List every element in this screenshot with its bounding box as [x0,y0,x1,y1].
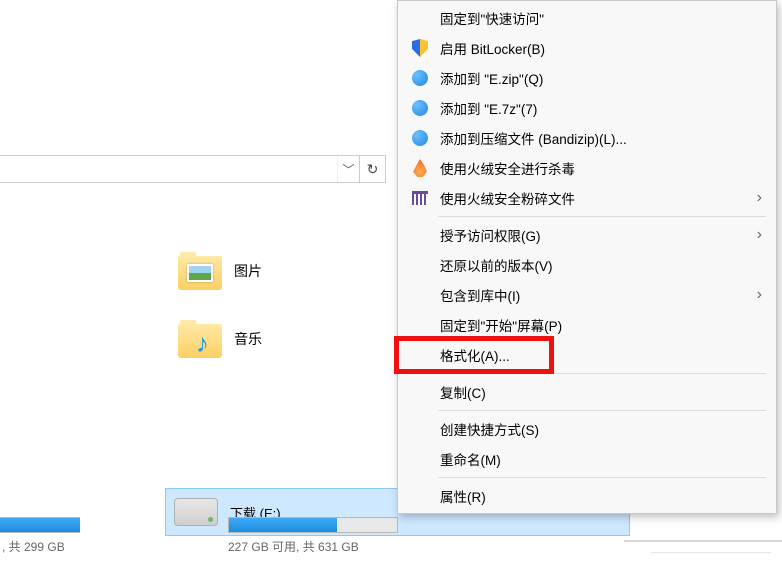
folder-pictures[interactable]: 图片 [178,252,262,290]
ctx-huorong-shred[interactable]: 使用火绒安全粉碎文件 [400,183,774,213]
refresh-button[interactable]: ↻ [359,156,385,182]
separator [438,373,766,374]
ctx-label: 添加到 "E.7z"(7) [440,98,537,118]
ctx-label: 授予访问权限(G) [440,225,541,245]
context-menu: 固定到"快速访问" 启用 BitLocker(B) 添加到 "E.zip"(Q)… [397,0,777,514]
folder-icon: ♪ [178,320,222,358]
address-bar[interactable]: ﹀ ↻ [0,155,386,183]
ctx-label: 固定到"开始"屏幕(P) [440,315,562,335]
bandizip-icon [410,68,430,88]
separator [438,216,766,217]
bandizip-icon [410,98,430,118]
bandizip-icon [410,128,430,148]
folder-label: 音乐 [234,329,262,349]
hdd-icon [174,498,218,526]
ctx-label: 固定到"快速访问" [440,8,544,28]
ctx-pin-start[interactable]: 固定到"开始"屏幕(P) [400,310,774,340]
ctx-label: 还原以前的版本(V) [440,255,553,275]
separator [438,410,766,411]
ctx-format[interactable]: 格式化(A)... [400,340,774,370]
folder-label: 图片 [234,261,262,281]
separator [438,477,766,478]
ctx-label: 使用火绒安全粉碎文件 [440,188,575,208]
ctx-include-library[interactable]: 包含到库中(I) [400,280,774,310]
ctx-add-to-zip[interactable]: 添加到 "E.zip"(Q) [400,63,774,93]
ctx-label: 属性(R) [440,486,486,506]
ctx-restore-previous[interactable]: 还原以前的版本(V) [400,250,774,280]
ctx-label: 复制(C) [440,382,486,402]
drive-usage-bar [228,517,398,533]
ctx-add-to-7z[interactable]: 添加到 "E.7z"(7) [400,93,774,123]
drive-capacity-partial: , 共 299 GB [2,538,65,555]
folder-icon [178,252,222,290]
chevron-down-icon: ﹀ [342,161,354,178]
shield-icon [410,38,430,58]
ctx-enable-bitlocker[interactable]: 启用 BitLocker(B) [400,33,774,63]
shredder-icon [410,188,430,208]
folder-music[interactable]: ♪ 音乐 [178,320,262,358]
ctx-copy[interactable]: 复制(C) [400,377,774,407]
ctx-label: 使用火绒安全进行杀毒 [440,158,575,178]
ctx-label: 包含到库中(I) [440,285,520,305]
address-dropdown[interactable]: ﹀ [337,156,359,182]
ctx-add-to-archive[interactable]: 添加到压缩文件 (Bandizip)(L)... [400,123,774,153]
ctx-label: 添加到 "E.zip"(Q) [440,68,543,88]
flame-icon [410,158,430,178]
shadow-line [624,540,782,542]
ctx-huorong-scan[interactable]: 使用火绒安全进行杀毒 [400,153,774,183]
picture-thumb-icon [187,264,213,282]
ctx-pin-quick-access[interactable]: 固定到"快速访问" [400,3,774,33]
drive-usage-fill [229,518,337,532]
ctx-label: 格式化(A)... [440,345,510,365]
ctx-rename[interactable]: 重命名(M) [400,444,774,474]
ctx-label: 添加到压缩文件 (Bandizip)(L)... [440,128,627,148]
music-note-icon: ♪ [196,328,209,359]
drive-subtext: 227 GB 可用, 共 631 GB [228,538,359,555]
refresh-icon: ↻ [367,161,379,178]
ctx-grant-access[interactable]: 授予访问权限(G) [400,220,774,250]
drive-usage-bar-partial [0,517,80,533]
ctx-properties[interactable]: 属性(R) [400,481,774,511]
ctx-label: 启用 BitLocker(B) [440,38,545,58]
ctx-label: 创建快捷方式(S) [440,419,539,439]
shadow-line [651,552,771,553]
ctx-create-shortcut[interactable]: 创建快捷方式(S) [400,414,774,444]
ctx-label: 重命名(M) [440,449,501,469]
